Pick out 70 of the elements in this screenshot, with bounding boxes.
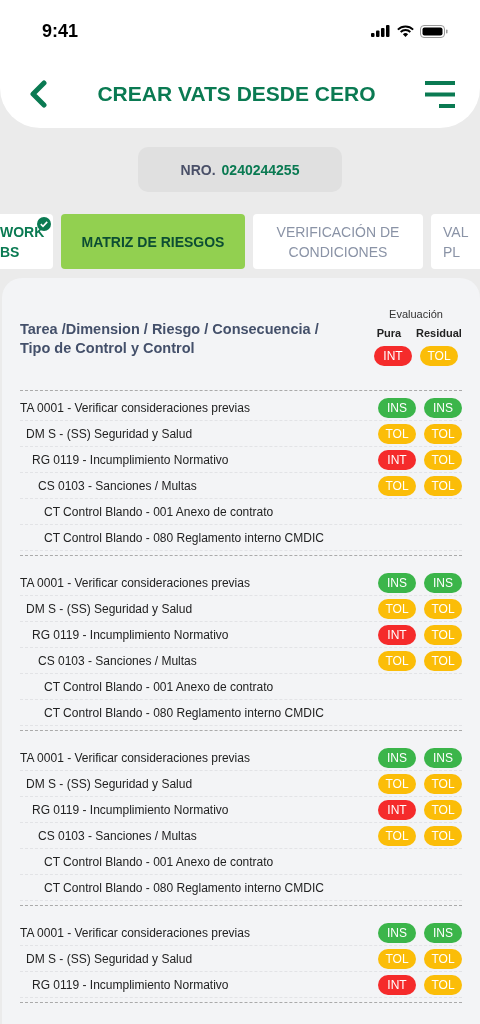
matrix-row-text: CT Control Blando - 001 Anexo de contrato [43, 854, 274, 869]
matrix-row-text: DM S - (SS) Seguridad y Salud [25, 776, 193, 791]
matrix-row-text: TA 0001 - Verificar consideraciones previas [20, 925, 250, 940]
rating-pill: TOL [424, 449, 462, 470]
rating-pill: INT [378, 974, 416, 995]
matrix-row-text: RG 0119 - Incumplimiento Normativo [31, 977, 229, 992]
rating-pill: TOL [378, 475, 416, 496]
matrix-row-text: TA 0001 - Verificar consideraciones previas [20, 575, 250, 590]
matrix-row-text: CT Control Blando - 001 Anexo de contrato [43, 679, 274, 694]
rating-pill: TOL [424, 598, 462, 619]
rating-pill: INS [378, 922, 416, 943]
rating-pill: INS [424, 572, 462, 593]
matrix-row-text: DM S - (SS) Seguridad y Salud [25, 426, 193, 441]
rating-pill: TOL [378, 598, 416, 619]
number-value: 0240244255 [221, 161, 300, 178]
rating-pill: TOL [424, 650, 462, 671]
matrix-row-text: CS 0103 - Sanciones / Multas [37, 653, 197, 668]
step-tab[interactable]: MATRIZ DE RIESGOS [61, 214, 245, 269]
rating-pill: TOL [424, 423, 462, 444]
rating-pill: TOL [378, 773, 416, 794]
step-tab[interactable]: WORK BS [0, 214, 53, 269]
matrix-row-text: RG 0119 - Incumplimiento Normativo [31, 627, 229, 642]
back-chevron-icon[interactable] [28, 80, 48, 108]
rating-pill: TOL [378, 825, 416, 846]
rating-pill: INS [378, 572, 416, 593]
matrix-row-text: TA 0001 - Verificar consideraciones previas [20, 750, 250, 765]
status-time: 9:41 [42, 20, 79, 42]
step-tab[interactable]: VAL PL [431, 214, 480, 269]
residual-column-label: Residual [416, 327, 462, 339]
rating-pill: TOL [420, 346, 458, 366]
rating-pill: TOL [424, 948, 462, 969]
rating-pill: TOL [424, 825, 462, 846]
matrix-row-text: CT Control Blando - 080 Reglamento interno CMDIC [43, 880, 324, 895]
battery-icon [420, 24, 448, 38]
pura-column-label: Pura [375, 327, 403, 339]
screen-title: CREAR VATS DESDE CERO [97, 82, 376, 106]
matrix-row-text: CT Control Blando - 080 Reglamento interno CMDIC [43, 705, 324, 720]
rating-pill: TOL [378, 423, 416, 444]
rating-pill: TOL [378, 948, 416, 969]
rating-pill: TOL [424, 974, 462, 995]
rating-pill: INT [378, 624, 416, 645]
menu-icon[interactable] [425, 80, 455, 108]
matrix-row-text: RG 0119 - Incumplimiento Normativo [31, 452, 229, 467]
rating-pill: INT [378, 449, 416, 470]
matrix-row-text: TA 0001 - Verificar consideraciones previas [20, 400, 250, 415]
matrix-row-text: CS 0103 - Sanciones / Multas [37, 828, 197, 843]
rating-pill: INS [378, 397, 416, 418]
matrix-row-text: DM S - (SS) Seguridad y Salud [25, 601, 193, 616]
step-tab[interactable]: VERIFICACIÓN DE CONDICIONES [253, 214, 423, 269]
signal-icon [371, 25, 391, 37]
rating-pill: TOL [424, 773, 462, 794]
wifi-icon [397, 25, 414, 37]
matrix-row-text: CS 0103 - Sanciones / Multas [37, 478, 197, 493]
rating-pill: TOL [424, 624, 462, 645]
rating-pill: INS [378, 747, 416, 768]
matrix-row-text: DM S - (SS) Seguridad y Salud [25, 951, 193, 966]
rating-pill: INS [424, 922, 462, 943]
rating-pill: INT [374, 346, 412, 366]
number-label: NRO. [180, 161, 216, 178]
rating-pill: INS [424, 747, 462, 768]
matrix-row-text: CT Control Blando - 001 Anexo de contrato [43, 504, 274, 519]
rating-pill: TOL [424, 799, 462, 820]
rating-pill: TOL [378, 650, 416, 671]
matrix-heading: Tarea /Dimension / Riesgo / Consecuencia / Tipo de Control y Control [20, 320, 320, 358]
matrix-row-text: CT Control Blando - 080 Reglamento interno CMDIC [43, 530, 324, 545]
rating-pill: INS [424, 397, 462, 418]
matrix-row-text: RG 0119 - Incumplimiento Normativo [31, 802, 229, 817]
rating-pill: INT [378, 799, 416, 820]
rating-pill: TOL [424, 475, 462, 496]
evaluation-label: Evaluación [389, 308, 443, 320]
